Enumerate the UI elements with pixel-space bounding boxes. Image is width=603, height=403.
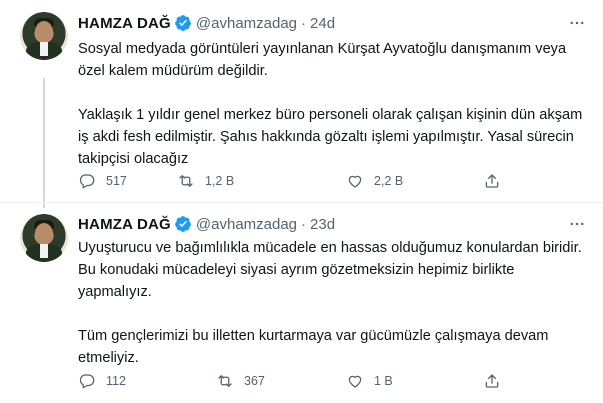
tweet-timestamp[interactable]: 23d xyxy=(310,216,335,233)
heart-icon xyxy=(348,175,362,188)
tweet-paragraph: Yaklaşık 1 yıldır genel merkez büro pers… xyxy=(78,107,583,167)
tweet[interactable]: HAMZA DAĞ @avhamzadag · 23d Uyuşturucu v… xyxy=(0,202,603,403)
share-icon xyxy=(485,374,499,388)
reply-button[interactable]: 517 xyxy=(78,172,127,190)
like-count: 1 B xyxy=(374,374,393,388)
tweet-actions: 112 367 1 B xyxy=(78,370,508,392)
like-button[interactable]: 1 B xyxy=(346,372,393,390)
avatar-shirt xyxy=(40,42,48,56)
retweet-button[interactable]: 367 xyxy=(216,372,265,390)
avatar-shirt xyxy=(40,244,48,258)
like-button[interactable]: 2,2 B xyxy=(346,172,403,190)
separator-dot: · xyxy=(301,14,307,32)
tweet-header: HAMZA DAĞ @avhamzadag · 23d xyxy=(78,214,335,234)
tweet-timestamp[interactable]: 24d xyxy=(310,15,335,32)
avatar-face xyxy=(35,223,53,245)
tweet-paragraph: Sosyal medyada görüntüleri yayınlanan Kü… xyxy=(78,41,567,79)
retweet-icon xyxy=(179,175,193,187)
avatar[interactable] xyxy=(20,214,68,262)
author-handle[interactable]: @avhamzadag xyxy=(196,15,297,32)
share-icon xyxy=(485,174,499,188)
more-options-icon[interactable] xyxy=(565,11,589,35)
author-name[interactable]: HAMZA DAĞ xyxy=(78,15,171,32)
retweet-icon xyxy=(218,375,232,387)
tweet-actions: 517 1,2 B 2,2 B xyxy=(78,170,508,192)
avatar-face xyxy=(35,21,53,43)
tweet-text: Uyuşturucu ve bağımlılıkla mücadele en h… xyxy=(78,237,588,369)
tweet-header: HAMZA DAĞ @avhamzadag · 24d xyxy=(78,13,335,33)
reply-count: 112 xyxy=(106,374,126,388)
tweet-text: Sosyal medyada görüntüleri yayınlanan Kü… xyxy=(78,38,588,170)
reply-icon xyxy=(79,174,95,189)
share-button[interactable] xyxy=(483,372,501,390)
author-handle[interactable]: @avhamzadag xyxy=(196,216,297,233)
more-options-icon[interactable] xyxy=(565,212,589,236)
thread-line xyxy=(43,78,45,208)
reply-icon xyxy=(79,374,95,389)
tweet-paragraph: Tüm gençlerimizi bu illetten kurtarmaya … xyxy=(78,328,549,366)
heart-icon xyxy=(348,375,362,388)
retweet-button[interactable]: 1,2 B xyxy=(177,172,234,190)
tweet[interactable]: HAMZA DAĞ @avhamzadag · 24d Sosyal medya… xyxy=(0,0,603,208)
tweet-paragraph: Uyuşturucu ve bağımlılıkla mücadele en h… xyxy=(78,240,582,300)
avatar[interactable] xyxy=(20,12,68,60)
verified-badge-icon xyxy=(174,14,192,32)
author-name[interactable]: HAMZA DAĞ xyxy=(78,216,171,233)
reply-count: 517 xyxy=(106,174,127,188)
reply-button[interactable]: 112 xyxy=(78,372,126,390)
share-button[interactable] xyxy=(483,172,501,190)
retweet-count: 1,2 B xyxy=(205,174,235,188)
like-count: 2,2 B xyxy=(374,174,404,188)
retweet-count: 367 xyxy=(244,374,265,388)
verified-badge-icon xyxy=(174,215,192,233)
separator-dot: · xyxy=(301,215,307,233)
